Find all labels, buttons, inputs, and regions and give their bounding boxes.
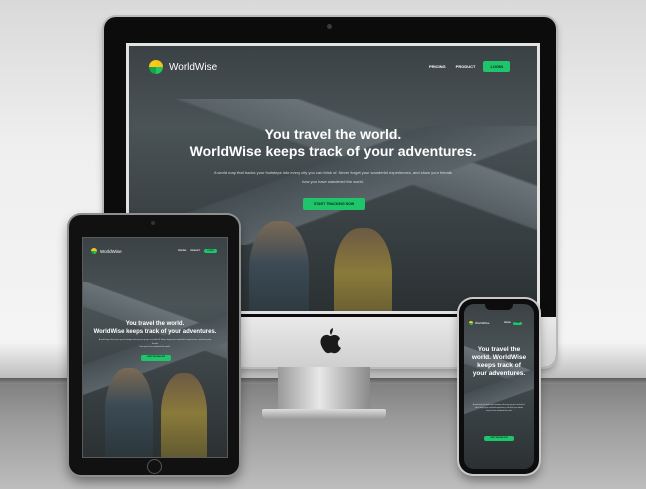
home-button[interactable] bbox=[147, 459, 162, 474]
hero-title-line-2: WorldWise keeps track of your adventures… bbox=[189, 143, 477, 159]
nav-pricing[interactable]: PRICING bbox=[504, 323, 511, 324]
start-tracking-button[interactable]: START TRACKING NOW bbox=[484, 436, 514, 441]
iphone-screen: 9:41 WorldWise PRICING LOGIN You travel … bbox=[464, 304, 534, 469]
apple-logo-icon bbox=[320, 328, 341, 354]
hero-subtitle: A world map that tracks your footsteps i… bbox=[97, 339, 213, 350]
ipad-screen: WorldWise PRICING PRODUCT LOGIN You trav… bbox=[82, 237, 228, 458]
brand-logo[interactable]: WorldWise bbox=[149, 60, 217, 74]
hero-title-line-1: You travel the world. bbox=[125, 321, 185, 327]
traveler-figure bbox=[334, 228, 392, 311]
phone-notch bbox=[485, 304, 513, 310]
hero-subtitle-line-1: A world map that tracks your footsteps i… bbox=[213, 170, 453, 175]
traveler-figure bbox=[105, 368, 153, 457]
worldwise-logo-icon bbox=[91, 248, 97, 254]
traveler-figure bbox=[161, 373, 207, 457]
nav-product[interactable]: PRODUCT bbox=[190, 250, 200, 252]
brand-logo[interactable]: WorldWise bbox=[469, 321, 489, 325]
hero-subtitle: A world map that tracks your footsteps i… bbox=[159, 168, 507, 186]
hero-background: WorldWise PRICING PRODUCT LOGIN You trav… bbox=[83, 238, 227, 457]
brand-name: WorldWise bbox=[100, 248, 122, 254]
traveler-figure bbox=[249, 221, 309, 311]
hero-title: You travel the world. WorldWise keeps tr… bbox=[83, 320, 227, 336]
hero-title: You travel the world. WorldWise keeps tr… bbox=[471, 346, 527, 377]
brand-name: WorldWise bbox=[475, 321, 490, 325]
login-button[interactable]: LOGIN bbox=[204, 249, 217, 253]
nav-product[interactable]: PRODUCT bbox=[456, 64, 476, 69]
hero-background: WorldWise PRICING LOGIN You travel the w… bbox=[464, 304, 534, 469]
hero-subtitle-line-2: how you have wandered the world. bbox=[485, 410, 513, 412]
imac-stand-foot bbox=[262, 409, 386, 419]
hero-subtitle: A world map that tracks your footsteps i… bbox=[472, 404, 526, 413]
nav-pricing[interactable]: PRICING bbox=[178, 250, 186, 252]
hero-subtitle-line-2: how you have wandered the world. bbox=[302, 179, 364, 184]
login-button[interactable]: LOGIN bbox=[483, 61, 511, 72]
login-button[interactable]: LOGIN bbox=[512, 322, 522, 325]
worldwise-logo-icon bbox=[149, 60, 163, 74]
brand-name: WorldWise bbox=[169, 61, 218, 73]
hero-subtitle-line-1: A world map that tracks your footsteps i… bbox=[98, 339, 212, 345]
imac-stand bbox=[278, 367, 370, 411]
hero-title-line-2: WorldWise keeps track of your adventures… bbox=[93, 329, 217, 335]
ipad-device: WorldWise PRICING PRODUCT LOGIN You trav… bbox=[69, 215, 239, 475]
brand-logo[interactable]: WorldWise bbox=[91, 248, 122, 254]
nav-pricing[interactable]: PRICING bbox=[429, 64, 446, 69]
camera bbox=[151, 221, 155, 225]
worldwise-logo-icon bbox=[469, 321, 473, 325]
hero-title-line-1: You travel the world. bbox=[264, 126, 402, 142]
start-tracking-button[interactable]: START TRACKING NOW bbox=[141, 355, 171, 361]
hero-title: You travel the world. WorldWise keeps tr… bbox=[129, 126, 537, 160]
start-tracking-button[interactable]: START TRACKING NOW bbox=[303, 198, 365, 210]
hero-subtitle-line-2: how you have wandered the world. bbox=[139, 346, 171, 348]
iphone-device: 9:41 WorldWise PRICING LOGIN You travel … bbox=[459, 299, 539, 474]
camera bbox=[327, 24, 332, 29]
